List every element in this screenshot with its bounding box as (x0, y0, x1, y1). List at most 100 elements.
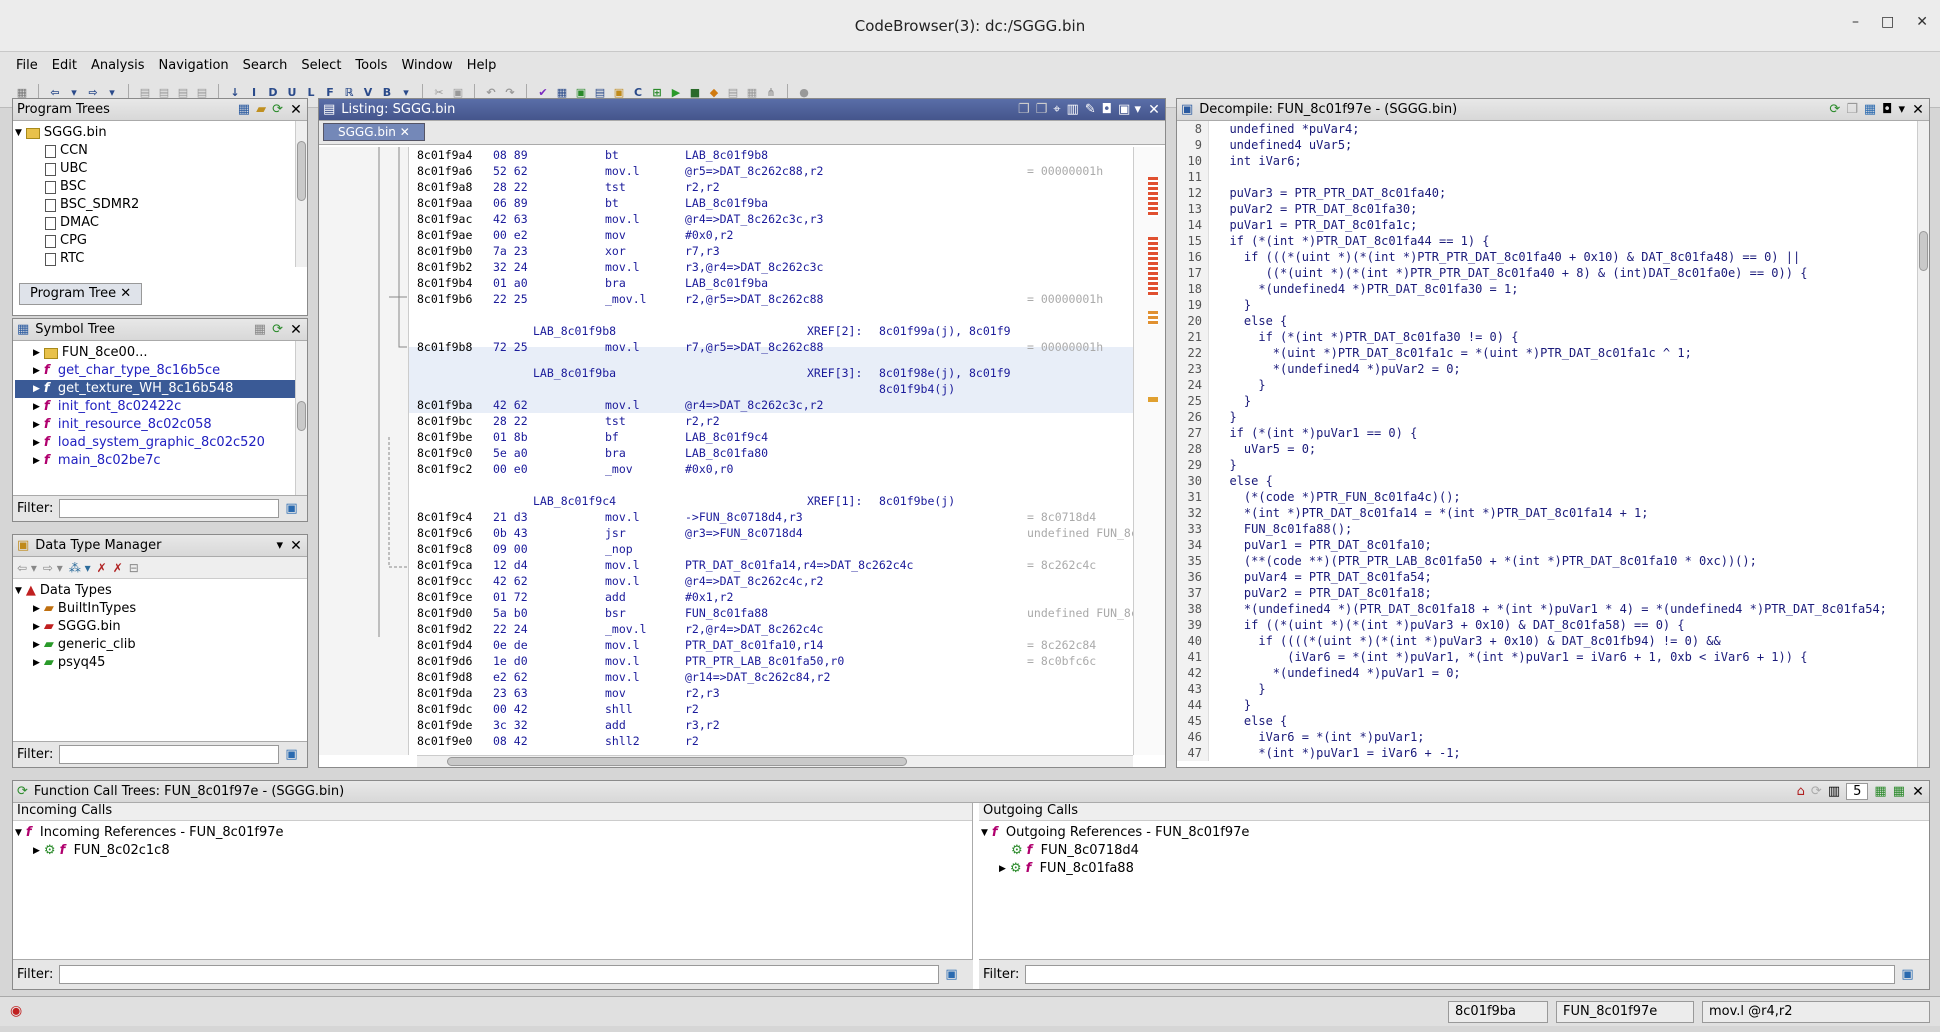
code-line[interactable]: 46 iVar6 = *(int *)puVar1; (1177, 729, 1915, 745)
outgoing-filter-input[interactable] (1025, 965, 1896, 984)
xref-list[interactable]: 8c01f99a(j), 8c01f9 (879, 323, 1011, 339)
code-line[interactable]: 20 else { (1177, 313, 1915, 329)
tree-item[interactable]: ▶ ⚙ f FUN_8c01fa88 (981, 860, 1927, 878)
tree-item[interactable]: ▶ ▰ generic_clib (15, 636, 305, 654)
code-line[interactable]: 19 } (1177, 297, 1915, 313)
decompile-scrollbar[interactable] (1917, 121, 1929, 767)
minimize-icon[interactable]: – (1852, 14, 1859, 30)
code-line[interactable]: 28 uVar5 = 0; (1177, 441, 1915, 457)
new-tree-icon[interactable]: ▦ (238, 102, 250, 117)
tree-item[interactable]: ▶ ▰ SGGG.bin (15, 618, 305, 636)
code-line[interactable]: 24 } (1177, 377, 1915, 393)
code-line[interactable]: 40 if ((((*(uint *)(*(int *)puVar3 + 0x1… (1177, 633, 1915, 649)
code-line[interactable]: 41 (iVar6 = *(int *)puVar1, *(int *)puVa… (1177, 649, 1915, 665)
tree-item[interactable]: DMAC (15, 214, 305, 232)
tree-item[interactable]: ▶ ⚙ f FUN_8c02c1c8 (15, 842, 970, 860)
filter-options-icon[interactable]: ▣ (285, 501, 297, 516)
graph-icon[interactable]: ▦ (1864, 102, 1876, 117)
code-line[interactable]: 16 if (((*(uint *)(*(int *)PTR_PTR_DAT_8… (1177, 249, 1915, 265)
code-line[interactable]: 32 *(int *)PTR_DAT_8c01fa14 = *(int *)PT… (1177, 505, 1915, 521)
filter-icon[interactable]: ▦ (1893, 784, 1905, 799)
symbol-filter-input[interactable] (59, 499, 280, 518)
refresh-icon[interactable]: ⟳ (272, 322, 283, 337)
tree-item[interactable]: RTC (15, 250, 305, 268)
tree-item[interactable]: BSC (15, 178, 305, 196)
tree-item[interactable]: CPG (15, 232, 305, 250)
back-arrow-icon[interactable]: ⇦ ▾ (17, 561, 37, 575)
tree-item[interactable]: ▶ f main_8c02be7c (15, 452, 305, 470)
code-line[interactable]: 17 ((*(uint *)(*(int *)PTR_PTR_DAT_8c01f… (1177, 265, 1915, 281)
layout-icon[interactable]: ▥ (1067, 102, 1079, 117)
close-icon[interactable]: ✕ (1911, 102, 1925, 118)
code-line[interactable]: 37 puVar2 = PTR_DAT_8c01fa18; (1177, 585, 1915, 601)
tree-item[interactable]: CCN (15, 142, 305, 160)
program-tree-scrollbar[interactable] (295, 121, 307, 267)
tree-item[interactable]: ▶ ▰ BuiltInTypes (15, 600, 305, 618)
code-line[interactable]: 22 *(uint *)PTR_DAT_8c01fa1c = *(uint *)… (1177, 345, 1915, 361)
code-line[interactable]: 11 (1177, 169, 1915, 185)
menu-select[interactable]: Select (301, 58, 341, 73)
close-icon[interactable]: ✕ (1916, 14, 1928, 30)
menu-tools[interactable]: Tools (355, 58, 387, 73)
menu-edit[interactable]: Edit (52, 58, 77, 73)
tree-item[interactable]: ▶ f load_system_graphic_8c02c520 (15, 434, 305, 452)
copy-icon[interactable]: ❐ (1846, 102, 1858, 117)
depth-value[interactable]: 5 (1846, 783, 1869, 800)
close-icon[interactable]: ✕ (120, 286, 131, 301)
label-name[interactable]: LAB_8c01f9c4 (533, 493, 616, 509)
code-line[interactable]: 43 } (1177, 681, 1915, 697)
code-line[interactable]: 27 if (*(int *)puVar1 == 0) { (1177, 425, 1915, 441)
depth-icon[interactable]: ▥ (1828, 784, 1840, 799)
refresh-icon[interactable]: ⟳ (1811, 784, 1822, 799)
create-icon[interactable]: ▦ (254, 322, 266, 337)
close-icon[interactable]: ✕ (400, 125, 410, 139)
code-line[interactable]: 13 puVar2 = PTR_DAT_8c01fa30; (1177, 201, 1915, 217)
code-line[interactable]: 9 undefined4 uVar5; (1177, 137, 1915, 153)
tree-item[interactable]: ▶ f init_font_8c02422c (15, 398, 305, 416)
tree-root[interactable]: ▼ SGGG.bin (15, 124, 305, 142)
menu-analysis[interactable]: Analysis (91, 58, 145, 73)
expand-icon[interactable]: ▦ (1874, 784, 1886, 799)
incoming-filter-input[interactable] (59, 965, 940, 984)
code-line[interactable]: 45 else { (1177, 713, 1915, 729)
close-icon[interactable]: ✕ (289, 102, 303, 118)
code-line[interactable]: 47 *(int *)puVar1 = iVar6 + -1; (1177, 745, 1915, 761)
snapshot-icon[interactable]: ◘ (1102, 102, 1112, 117)
code-line[interactable]: 29 } (1177, 457, 1915, 473)
code-line[interactable]: 35 (**(code **)(PTR_PTR_LAB_8c01fa50 + *… (1177, 553, 1915, 569)
filter-arrays-icon[interactable]: ✗ (113, 561, 123, 575)
code-line[interactable]: 42 *(undefined4 *)puVar1 = 0; (1177, 665, 1915, 681)
tree-item[interactable]: ▶ FUN_8ce00... (15, 344, 305, 362)
tools-icon[interactable]: ✎ (1085, 102, 1096, 117)
snapshot-icon[interactable]: ◘ (1882, 102, 1892, 117)
tree-item[interactable]: BSC_SDMR2 (15, 196, 305, 214)
refresh-icon[interactable]: ⟳ (1829, 102, 1840, 117)
chevron-down-icon[interactable]: ▾ (1898, 102, 1905, 117)
filter-icon[interactable]: ✗ (97, 561, 107, 575)
menu-navigation[interactable]: Navigation (159, 58, 229, 73)
label-name[interactable]: LAB_8c01f9b8 (533, 323, 616, 339)
tree-root[interactable]: ▼ f Outgoing References - FUN_8c01f97e (981, 824, 1927, 842)
decompile-code[interactable]: 8 undefined *puVar4; 9 undefined4 uVar5; 1… (1177, 121, 1915, 767)
copy-icon[interactable]: ❐ (1018, 102, 1030, 117)
xref-list[interactable]: 8c01f9b4(j) (879, 381, 955, 397)
console-icon[interactable]: ◉ (10, 1003, 22, 1019)
xref-list[interactable]: 8c01f98e(j), 8c01f9 (879, 365, 1011, 381)
code-line[interactable]: 31 (*(code *)PTR_FUN_8c01fa4c)(); (1177, 489, 1915, 505)
code-line[interactable]: 36 puVar4 = PTR_DAT_8c01fa54; (1177, 569, 1915, 585)
code-line[interactable]: 15 if (*(int *)PTR_DAT_8c01fa44 == 1) { (1177, 233, 1915, 249)
code-line[interactable]: 30 else { (1177, 473, 1915, 489)
tree-item[interactable]: ▶ f get_char_type_8c16b5ce (15, 362, 305, 380)
tree-item[interactable]: ⚙ f FUN_8c0718d4 (981, 842, 1927, 860)
tree-item[interactable]: ▶ ▰ psyq45 (15, 654, 305, 672)
menu-search[interactable]: Search (243, 58, 288, 73)
label-name[interactable]: LAB_8c01f9ba (533, 365, 616, 381)
code-line[interactable]: 33 FUN_8c01fa88(); (1177, 521, 1915, 537)
refresh-icon[interactable]: ⟳ (272, 102, 283, 117)
code-line[interactable]: 25 } (1177, 393, 1915, 409)
xref-list[interactable]: 8c01f9be(j) (879, 493, 955, 509)
close-icon[interactable]: ✕ (1147, 102, 1161, 118)
code-line[interactable]: 8 undefined *puVar4; (1177, 121, 1915, 137)
close-icon[interactable]: ✕ (1911, 784, 1925, 800)
archive-icon[interactable]: ⁂ ▾ (69, 561, 91, 575)
